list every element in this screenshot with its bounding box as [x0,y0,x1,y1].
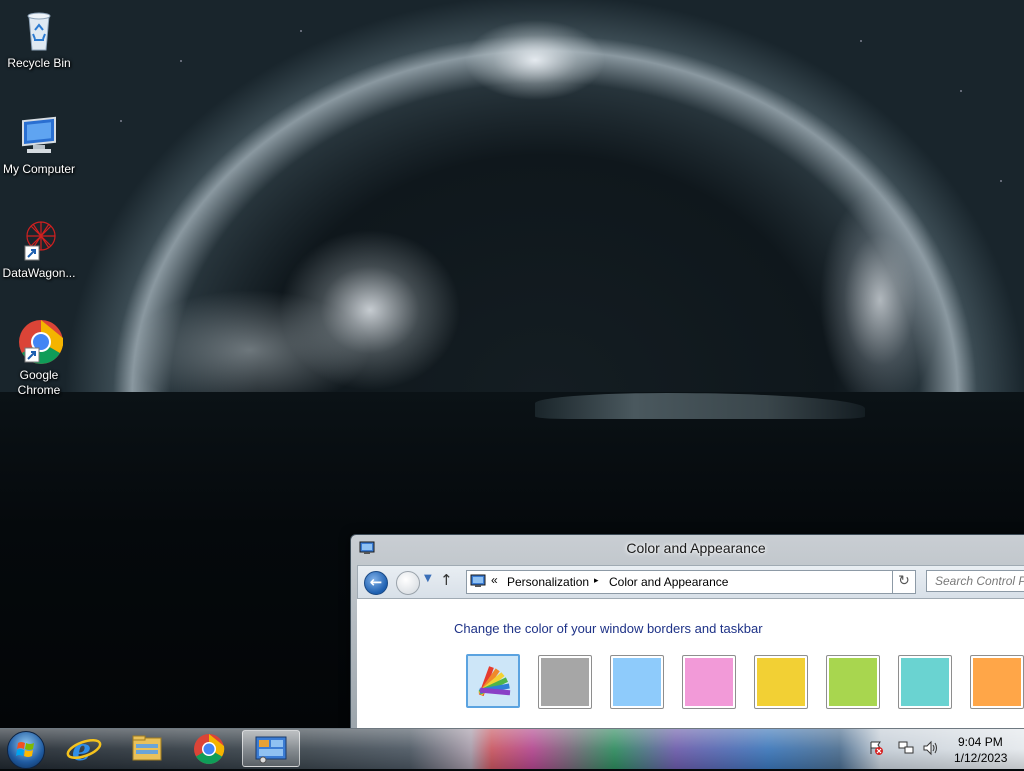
color-swatch-pink[interactable] [682,655,736,709]
content-heading: Change the color of your window borders … [454,621,763,636]
star [960,90,962,92]
back-button[interactable]: ← [364,571,388,595]
chrome-icon [15,318,64,366]
desktop-icon-google-chrome[interactable]: Google Chrome [1,318,77,398]
swatch-fill [613,658,661,706]
action-center-icon[interactable] [868,740,884,759]
taskbar-control-panel[interactable] [242,730,300,767]
start-button[interactable] [7,731,45,769]
star [180,60,182,62]
up-button[interactable]: ↑ [440,571,453,589]
taskbar-google-chrome[interactable] [180,730,238,767]
breadcrumb-separator[interactable]: ▸ [594,575,599,586]
star [120,120,122,122]
content-pane: Change the color of your window borders … [357,599,1024,735]
ie-icon: e [66,733,102,768]
address-bar[interactable]: « Personalization ▸ Color and Appearance… [466,570,916,594]
datawagon-icon [15,216,63,264]
color-swatch-teal[interactable] [898,655,952,709]
breadcrumb-color-appearance[interactable]: Color and Appearance [609,575,728,589]
windows-logo-icon [16,742,34,757]
swatch-fill [973,658,1021,706]
folder-icon [132,735,162,761]
taskbar-file-explorer[interactable] [118,730,176,767]
volume-icon[interactable] [922,740,938,759]
color-swatch-yellow[interactable] [754,655,808,709]
desktop-icon-my-computer[interactable]: My Computer [1,112,77,177]
clock-time[interactable]: 9:04 PM [958,735,1003,749]
breadcrumb-overflow[interactable]: « [491,573,498,587]
taskbar-internet-explorer[interactable]: e [56,730,114,768]
computer-icon [15,112,63,160]
color-swatch-sky[interactable] [610,655,664,709]
swatch-fill [829,658,877,706]
window-titlebar[interactable]: Color and Appearance [351,535,1024,561]
window-title: Color and Appearance [626,540,766,556]
recent-pages-dropdown[interactable]: ▼ [424,573,432,584]
desktop-icon-label: Recycle Bin [7,56,71,70]
color-swatch-orange[interactable] [970,655,1024,709]
star [300,30,302,32]
swatch-fill [901,658,949,706]
recycle-bin-icon [15,6,63,54]
desktop-icon-label: DataWagon... [2,266,76,280]
refresh-button[interactable]: ↻ [892,570,916,594]
taskbar: e 9:04 PM 1/12/2023 [0,728,1024,769]
star [860,40,862,42]
search-input[interactable]: Search Control Panel [926,570,1024,592]
swatch-fill [541,658,589,706]
chrome-icon [194,734,225,765]
desktop-icon-datawagon[interactable]: DataWagon... [1,216,77,281]
desktop-icon-recycle-bin[interactable]: Recycle Bin [1,6,77,71]
swatch-fill [757,658,805,706]
color-wheel-icon [470,658,516,704]
control-panel-icon [470,574,486,588]
network-icon[interactable] [898,740,914,759]
forward-button[interactable] [396,571,420,595]
color-swatch-gray[interactable] [538,655,592,709]
breadcrumb-personalization[interactable]: Personalization [507,575,589,589]
desktop-icon-label: My Computer [2,162,76,176]
svg-text:e: e [72,733,91,767]
clock-date[interactable]: 1/12/2023 [954,751,1007,765]
desktop-icon-label: Google Chrome [17,368,61,397]
swatch-fill [685,658,733,706]
color-swatch-lime[interactable] [826,655,880,709]
star [1000,180,1002,182]
color-swatch-automatic[interactable] [466,654,520,708]
color-appearance-window[interactable]: Color and Appearance ← ▼ ↑ « Personaliza… [350,534,1024,736]
navigation-bar: ← ▼ ↑ « Personalization ▸ Color and Appe… [357,565,1024,599]
control-panel-icon [255,736,287,764]
